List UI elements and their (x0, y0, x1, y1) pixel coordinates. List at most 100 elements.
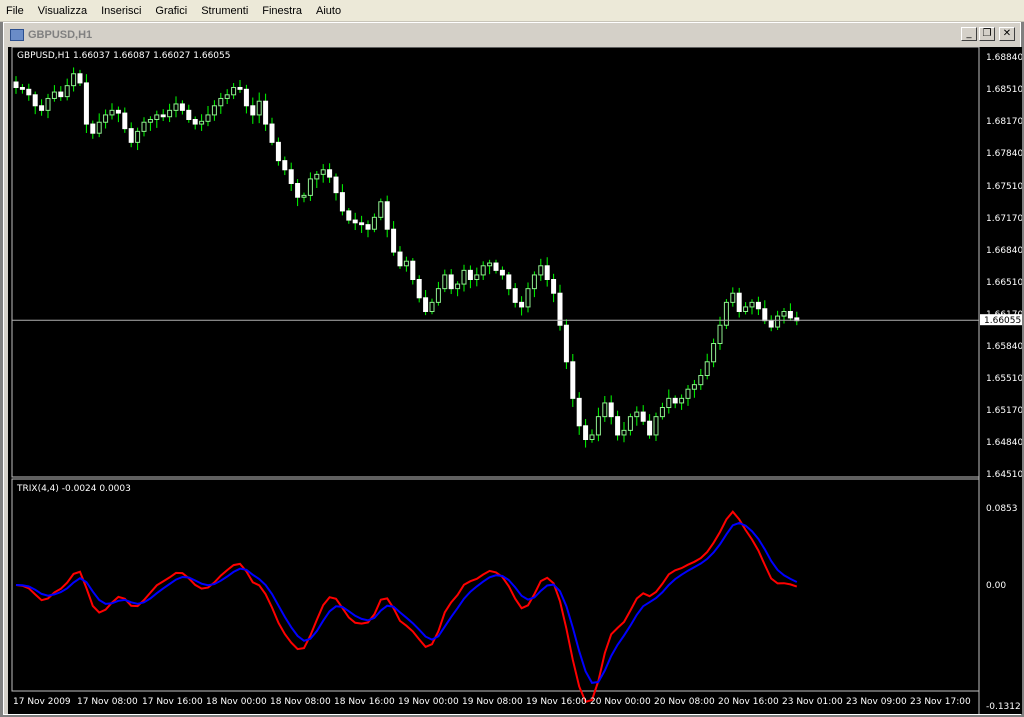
candle-body (371, 216, 377, 230)
candle-body (525, 288, 531, 308)
candle-body (26, 88, 32, 96)
time-axis: 17 Nov 2009 17 Nov 08:00 17 Nov 16:00 18… (13, 697, 971, 707)
chart-window-icon (10, 28, 24, 41)
candle-body (250, 105, 256, 116)
candle-body (90, 123, 96, 134)
candle-body (506, 274, 512, 290)
candle-body (327, 169, 333, 178)
candle-body (615, 416, 621, 436)
candle-body (442, 274, 448, 290)
time-label: 18 Nov 16:00 (334, 697, 395, 707)
candle-body (103, 114, 109, 123)
candle-body (736, 292, 742, 313)
menu-aiuto[interactable]: Aiuto (310, 5, 349, 17)
candle-body (461, 269, 467, 285)
candle-body (416, 279, 422, 299)
time-label: 20 Nov 00:00 (590, 697, 651, 707)
candle-body (743, 306, 749, 313)
candle-body (704, 361, 710, 377)
candle-body (256, 100, 262, 116)
menu-visualizza[interactable]: Visualizza (32, 5, 95, 17)
window-controls: _ ❐ ✕ (961, 27, 1015, 41)
candle-body (602, 402, 608, 418)
candle-body (314, 173, 320, 180)
trix-line (15, 510, 798, 704)
time-label: 17 Nov 08:00 (77, 697, 138, 707)
candle-body (627, 416, 633, 431)
candle-body (723, 301, 729, 326)
price-label: 1.64510 (986, 470, 1022, 480)
candle-body (359, 222, 365, 226)
candle-body (397, 251, 403, 267)
price-label: 1.65840 (986, 342, 1022, 352)
candle-body (45, 97, 51, 111)
candle-body (403, 260, 409, 267)
indicator-scale-label-top: 0.0853 (986, 504, 1018, 514)
candle-body (218, 97, 224, 107)
menu-strumenti[interactable]: Strumenti (195, 5, 256, 17)
price-label: 1.65510 (986, 374, 1022, 384)
chart-window: GBPUSD,H1 _ ❐ ✕ GBPUSD,H1 1.66037 1.6608… (3, 22, 1023, 715)
time-label: 23 Nov 17:00 (910, 697, 971, 707)
candle-body (512, 288, 518, 303)
candle-body (608, 402, 614, 418)
price-label: 1.68840 (986, 53, 1022, 63)
candle-body (231, 86, 237, 96)
candle-body (659, 407, 665, 418)
candle-body (672, 397, 678, 404)
candle-body (199, 120, 205, 125)
chart-canvas[interactable]: GBPUSD,H1 1.66037 1.66087 1.66027 1.6605… (8, 46, 1023, 714)
candle-body (154, 114, 160, 120)
candle-body (544, 265, 550, 281)
restore-button[interactable]: ❐ (979, 27, 995, 41)
candle-body (179, 103, 185, 111)
candle-body (570, 361, 576, 399)
candle-body (480, 265, 486, 276)
candle-body (186, 109, 192, 120)
candles-group (13, 67, 800, 448)
menu-inserisci[interactable]: Inserisci (95, 5, 149, 17)
candle-body (583, 425, 589, 441)
candle-body (167, 109, 173, 118)
candle-body (589, 434, 595, 441)
candle-body (320, 169, 326, 175)
candle-body (109, 109, 115, 116)
price-label: 1.66510 (986, 278, 1022, 288)
candle-body (77, 73, 83, 84)
time-label: 17 Nov 16:00 (142, 697, 203, 707)
menu-file[interactable]: File (0, 5, 32, 17)
candle-body (698, 375, 704, 386)
price-label: 1.64840 (986, 438, 1022, 448)
current-price-label: 1.66055 (984, 316, 1021, 326)
menu-grafici[interactable]: Grafici (149, 5, 195, 17)
minimize-button[interactable]: _ (961, 27, 977, 41)
candle-body (691, 384, 697, 390)
candle-body (775, 315, 781, 328)
candle-body (224, 94, 230, 99)
candle-body (730, 292, 736, 303)
price-label: 1.68510 (986, 85, 1022, 95)
candle-body (429, 301, 435, 313)
candle-body (301, 194, 307, 198)
time-label: 18 Nov 08:00 (270, 697, 331, 707)
chart-area[interactable]: GBPUSD,H1 1.66037 1.66087 1.66027 1.6605… (8, 46, 1023, 714)
candle-body (666, 397, 672, 409)
close-button[interactable]: ✕ (999, 27, 1015, 41)
candle-body (32, 94, 38, 107)
candle-body (295, 182, 301, 198)
candle-body (410, 260, 416, 281)
menu-finestra[interactable]: Finestra (256, 5, 310, 17)
mdi-area: GBPUSD,H1 _ ❐ ✕ GBPUSD,H1 1.66037 1.6608… (0, 22, 1024, 717)
candle-body (58, 91, 64, 98)
candle-body (122, 112, 128, 130)
candle-body (679, 397, 685, 404)
chart-window-titlebar[interactable]: GBPUSD,H1 _ ❐ ✕ (6, 25, 1018, 44)
candle-body (685, 388, 691, 399)
time-label: 19 Nov 16:00 (526, 697, 587, 707)
candle-body (576, 397, 582, 427)
candle-body (551, 279, 557, 294)
candle-body (455, 283, 461, 290)
chart-window-title: GBPUSD,H1 (28, 28, 93, 41)
candle-body (538, 265, 544, 276)
menu-bar: File Visualizza Inserisci Grafici Strume… (0, 0, 1024, 22)
